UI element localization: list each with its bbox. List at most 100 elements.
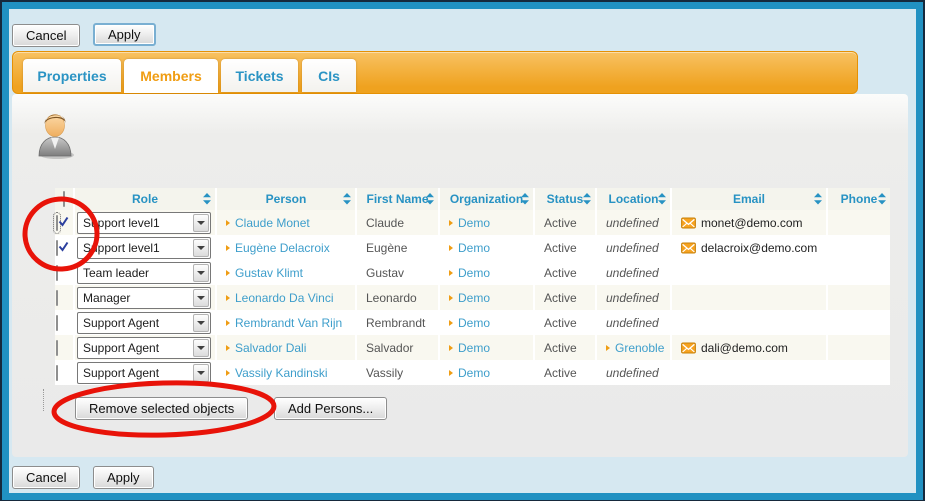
person-link[interactable]: Salvador Dali (235, 341, 306, 355)
dropdown-button[interactable] (193, 364, 209, 382)
link-bullet-icon (226, 345, 230, 351)
person-link[interactable]: Claude Monet (235, 216, 310, 230)
cell-status: Active (535, 285, 597, 310)
role-select-value: Team leader (83, 266, 149, 280)
role-select[interactable]: Support Agent (77, 337, 211, 359)
column-header-select-all[interactable] (55, 188, 75, 210)
remove-selected-button[interactable]: Remove selected objects (75, 397, 248, 420)
table-row: Support level1 Eugène Delacroix Eugène Demo… (55, 235, 890, 260)
column-header-label: Location (609, 192, 659, 206)
column-header-status[interactable]: Status (535, 188, 597, 210)
row-checkbox[interactable] (56, 315, 58, 331)
role-select[interactable]: Support Agent (77, 362, 211, 384)
email-text: dali@demo.com (701, 341, 788, 355)
column-header-label: Person (266, 192, 307, 206)
dropdown-button[interactable] (193, 314, 209, 332)
chevron-down-icon (197, 221, 205, 225)
select-all-checkbox[interactable] (63, 191, 65, 207)
role-select[interactable]: Team leader (77, 262, 211, 284)
row-checkbox[interactable] (56, 240, 58, 256)
person-link[interactable]: Rembrandt Van Rijn (235, 316, 342, 330)
cell-person: Salvador Dali (217, 335, 357, 360)
column-header-email[interactable]: Email (672, 188, 828, 210)
person-link[interactable]: Vassily Kandinski (235, 366, 327, 380)
person-link[interactable]: Eugène Delacroix (235, 241, 330, 255)
cancel-button-top[interactable]: Cancel (12, 24, 80, 47)
table-row: Support AgentRembrandt Van RijnRembrandt… (55, 310, 890, 335)
cell-status: Active (535, 210, 597, 235)
status-text: Active (536, 366, 594, 380)
column-header-role[interactable]: Role (75, 188, 217, 210)
organization-link[interactable]: Demo (458, 366, 490, 380)
dropdown-button[interactable] (193, 239, 209, 257)
tab-properties[interactable]: Properties (23, 59, 121, 92)
row-checkbox[interactable] (56, 290, 58, 306)
cell-checkbox (55, 360, 75, 385)
organization-link[interactable]: Demo (458, 241, 490, 255)
members-table: Role Person First NameOrganizationStatus Lo… (55, 188, 890, 385)
role-select[interactable]: Support level1 (77, 212, 211, 234)
row-checkbox[interactable] (56, 215, 58, 231)
person-link[interactable]: Gustav Klimt (235, 266, 303, 280)
checkmark-icon (57, 240, 70, 253)
column-header-organization[interactable]: Organization (440, 188, 535, 210)
row-checkbox[interactable] (56, 340, 58, 356)
column-header-label: Phone (841, 192, 878, 206)
cell-role: Support Agent (75, 335, 217, 360)
cell-checkbox (55, 235, 75, 260)
page: Cancel Apply PropertiesMembersTicketsCIs (0, 0, 925, 501)
role-select[interactable]: Support level1 (77, 237, 211, 259)
organization-link[interactable]: Demo (458, 216, 490, 230)
status-text: Active (536, 266, 594, 280)
link-bullet-icon (449, 345, 453, 351)
dropdown-button[interactable] (193, 339, 209, 357)
organization-link[interactable]: Demo (458, 341, 490, 355)
row-checkbox[interactable] (56, 265, 58, 281)
link-bullet-icon (449, 270, 453, 276)
role-select-value: Support Agent (83, 316, 159, 330)
sort-icon (426, 193, 434, 205)
row-checkbox[interactable] (56, 365, 58, 381)
location-undefined-text: undefined (606, 216, 659, 230)
column-header-location[interactable]: Location (597, 188, 672, 210)
dropdown-button[interactable] (193, 214, 209, 232)
link-bullet-icon (449, 295, 453, 301)
envelope-icon (681, 242, 696, 254)
cell-location: undefined (597, 210, 672, 235)
link-bullet-icon (226, 220, 230, 226)
add-persons-button[interactable]: Add Persons... (274, 397, 387, 420)
table-row: ManagerLeonardo Da VinciLeonardoDemoActi… (55, 285, 890, 310)
cell-first-name: Gustav (357, 260, 440, 285)
tab-members[interactable]: Members (124, 59, 218, 93)
cell-organization: Demo (440, 360, 535, 385)
status-text: Active (536, 316, 594, 330)
cell-first-name: Eugène (357, 235, 440, 260)
person-link[interactable]: Leonardo Da Vinci (235, 291, 334, 305)
column-header-first-name[interactable]: First Name (357, 188, 440, 210)
tab-tickets[interactable]: Tickets (221, 59, 298, 92)
role-select[interactable]: Manager (77, 287, 211, 309)
dropdown-button[interactable] (193, 289, 209, 307)
organization-link[interactable]: Demo (458, 291, 490, 305)
organization-link[interactable]: Demo (458, 266, 490, 280)
tab-cis[interactable]: CIs (302, 59, 356, 92)
status-text: Active (536, 216, 594, 230)
column-header-phone[interactable]: Phone (828, 188, 890, 210)
role-select[interactable]: Support Agent (77, 312, 211, 334)
cell-first-name: Claude (357, 210, 440, 235)
cell-status: Active (535, 235, 597, 260)
column-header-person[interactable]: Person (217, 188, 357, 210)
checkmark-icon (57, 215, 70, 228)
organization-link[interactable]: Demo (458, 316, 490, 330)
table-header-row: Role Person First NameOrganizationStatus Lo… (55, 188, 890, 210)
location-undefined-text: undefined (606, 366, 659, 380)
apply-button-top[interactable]: Apply (93, 23, 156, 46)
dropdown-button[interactable] (193, 264, 209, 282)
cell-checkbox (55, 285, 75, 310)
apply-button-bottom[interactable]: Apply (93, 466, 154, 489)
cell-location: undefined (597, 285, 672, 310)
cancel-button-bottom[interactable]: Cancel (12, 466, 80, 489)
sort-icon (878, 193, 886, 205)
sort-icon (583, 193, 591, 205)
location-link[interactable]: Grenoble (615, 341, 664, 355)
